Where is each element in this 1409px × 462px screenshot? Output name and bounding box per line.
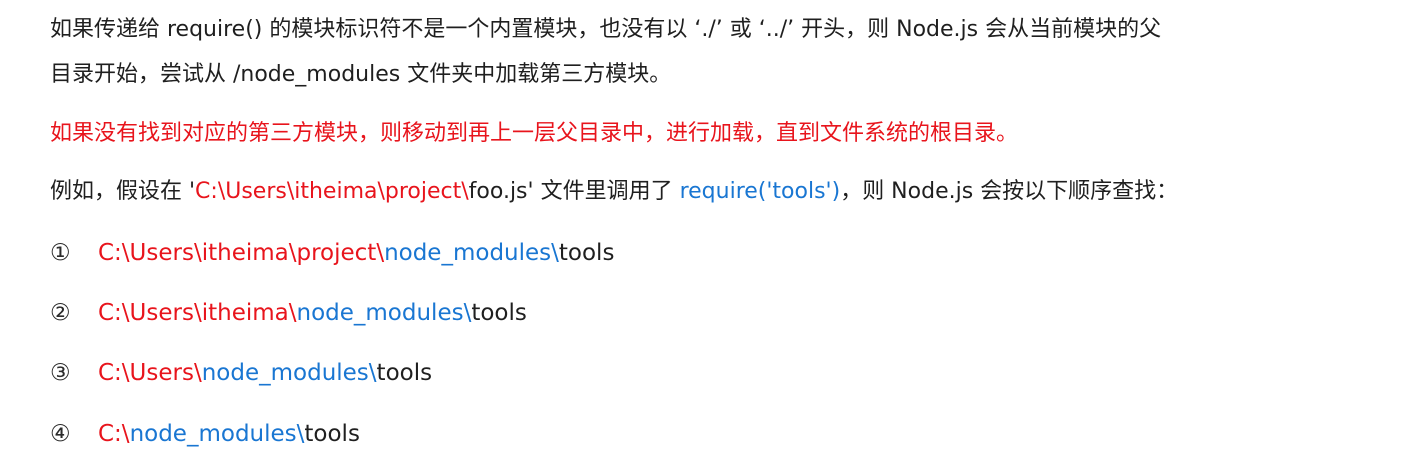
search-order-item: ② C:\Users\itheima\node_modules\tools — [50, 297, 527, 329]
item-number: ② — [50, 300, 71, 326]
example-require-call: require('tools') — [679, 179, 841, 204]
example-prefix: 例如，假设在 ' — [50, 179, 196, 204]
item-path-tail: tools — [471, 300, 527, 326]
item-path-node-modules: node_modules\ — [384, 240, 559, 266]
paragraph-example: 例如，假设在 'C:\Users\itheima\project\foo.js'… — [50, 177, 1178, 207]
search-order-item: ③ C:\Users\node_modules\tools — [50, 357, 432, 389]
item-path-tail: tools — [558, 240, 615, 266]
item-path-red: C:\Users\itheima\project\ — [98, 240, 385, 266]
search-order-item: ④ C:\node_modules\tools — [50, 418, 360, 450]
document-page: 如果传递给 require() 的模块标识符不是一个内置模块，也没有以 ‘./’… — [50, 0, 1390, 462]
item-path-red: C:\Users\itheima\ — [98, 300, 297, 326]
item-path-node-modules: node_modules\ — [129, 421, 305, 447]
item-path-red: C:\ — [98, 421, 130, 447]
example-filename: foo.js — [468, 179, 528, 204]
item-number: ④ — [50, 421, 71, 447]
item-path-tail: tools — [376, 360, 433, 386]
item-number: ③ — [50, 360, 71, 386]
item-path-red: C:\Users\ — [98, 360, 202, 386]
paragraph-require-rule-line2: 目录开始，尝试从 /node_modules 文件夹中加载第三方模块。 — [50, 62, 672, 87]
paragraph-require-rule-line1: 如果传递给 require() 的模块标识符不是一个内置模块，也没有以 ‘./’… — [50, 17, 1162, 42]
paragraph-parent-directory-rule: 如果没有找到对应的第三方模块，则移动到再上一层父目录中，进行加载，直到文件系统的… — [50, 121, 1019, 146]
item-path-node-modules: node_modules\ — [296, 300, 472, 326]
item-path-node-modules: node_modules\ — [201, 360, 377, 386]
example-path: C:\Users\itheima\project\ — [195, 179, 469, 204]
example-middle: ' 文件里调用了 — [527, 179, 680, 204]
item-number: ① — [50, 240, 71, 266]
search-order-item: ① C:\Users\itheima\project\node_modules\t… — [50, 237, 614, 269]
example-suffix: ，则 Node.js 会按以下顺序查找： — [840, 179, 1179, 204]
item-path-tail: tools — [304, 421, 360, 447]
